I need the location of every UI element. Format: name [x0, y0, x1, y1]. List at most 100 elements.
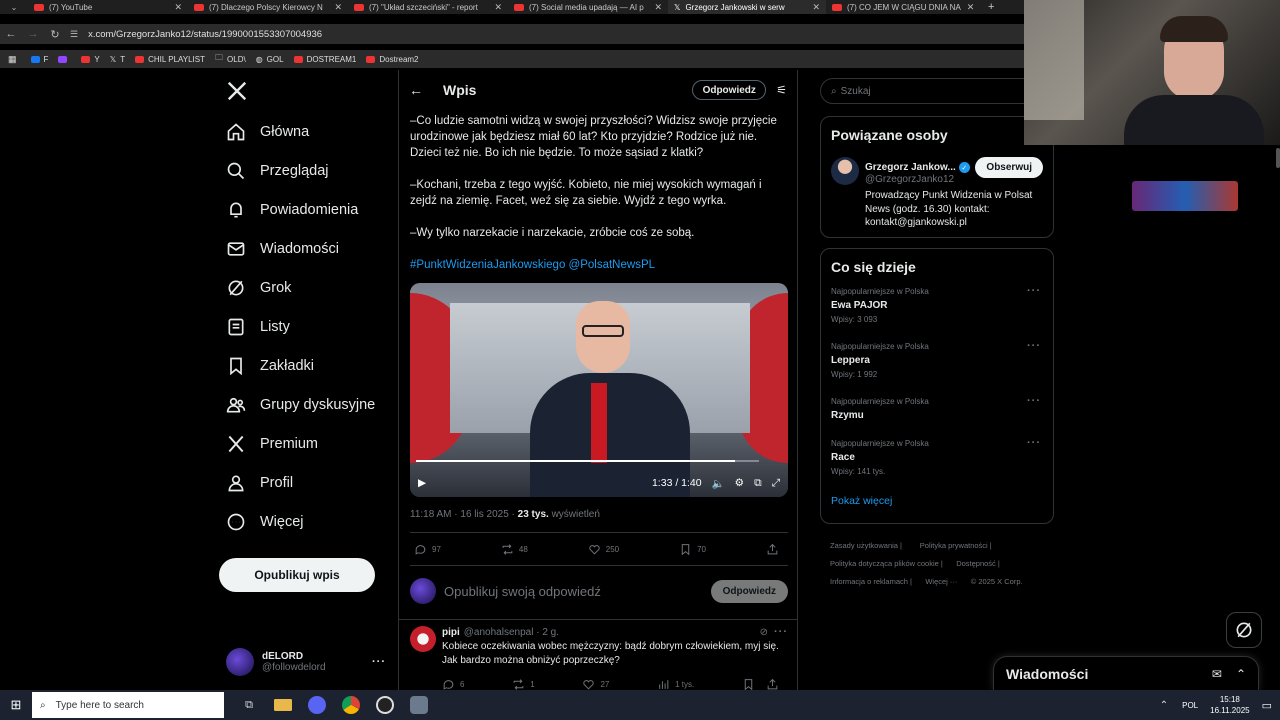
reply-submit-button[interactable]: Odpowiedz — [710, 579, 788, 603]
video-player[interactable]: ▶ 1:33 / 1:40 🔈 ⚙ ⧉ ⤢ — [410, 283, 788, 497]
apps-grid-icon[interactable]: ▦ — [8, 54, 17, 65]
search-input[interactable]: Szukaj — [841, 86, 871, 97]
sidebar-item-messages[interactable]: Wiadomości — [226, 229, 396, 268]
grok-float-button[interactable] — [1226, 612, 1262, 648]
footer-link[interactable]: Informacja o reklamach | — [830, 577, 912, 586]
bookmark[interactable]: Dostream2 — [366, 55, 419, 64]
reply-input[interactable]: Opublikuj swoją odpowiedź — [444, 584, 711, 599]
reply-post[interactable]: pipi @anohalsenpal · 2 g. ⊘ ··· Kobiece … — [410, 626, 788, 691]
more-icon[interactable]: ··· — [1027, 437, 1041, 449]
volume-icon[interactable]: 🔈 — [712, 477, 725, 490]
trend-item[interactable]: Najpopularniejsze w Polska Rzymu ··· — [831, 395, 1043, 439]
bookmark[interactable]: CHIL PLAYLIST — [135, 55, 205, 64]
close-icon[interactable]: ✕ — [488, 2, 502, 13]
close-icon[interactable]: ✕ — [168, 2, 182, 13]
sidebar-item-lists[interactable]: Listy — [226, 307, 396, 346]
sidebar-item-grok[interactable]: Grok — [226, 268, 396, 307]
more-icon[interactable]: ··· — [1027, 285, 1041, 297]
messages-drawer[interactable]: Wiadomości ✉ ⌃ — [993, 656, 1259, 690]
site-info-icon[interactable]: ☰ — [70, 29, 78, 40]
fullscreen-icon[interactable]: ⤢ — [772, 477, 780, 490]
post-timestamp[interactable]: 11:18 AM · 16 lis 2025 · — [410, 509, 518, 520]
forward-icon[interactable]: → — [22, 28, 44, 40]
bookmark[interactable] — [58, 55, 71, 63]
avatar[interactable] — [831, 157, 859, 185]
footer-link[interactable]: Polityka prywatności | — [920, 541, 992, 550]
settings-sliders-icon[interactable]: ⚟ — [776, 83, 787, 97]
close-icon[interactable]: ✕ — [961, 2, 975, 13]
mention-link[interactable]: @PolsatNewsPL — [569, 259, 655, 271]
more-icon[interactable]: ··· — [774, 626, 788, 638]
browser-tab[interactable]: (7) YouTube ✕ — [28, 0, 188, 14]
reply-author-name[interactable]: pipi — [442, 627, 460, 638]
close-icon[interactable]: ✕ — [328, 2, 342, 13]
post-button[interactable]: Opublikuj wpis — [219, 558, 375, 592]
settings-gear-icon[interactable]: ⚙ — [735, 477, 744, 489]
expand-icon[interactable]: ⌃ — [1236, 667, 1246, 681]
hashtag-link[interactable]: #PunktWidzeniaJankowskiego — [410, 259, 565, 271]
repost-action[interactable]: 48 — [501, 543, 528, 556]
related-person-name[interactable]: Grzegorz Jankow... — [865, 162, 956, 173]
clock[interactable]: 15:18 16.11.2025 — [1210, 694, 1249, 716]
url-field[interactable]: x.com/GrzegorzJanko12/status/19900015533… — [88, 29, 322, 40]
reload-icon[interactable]: ↻ — [44, 28, 66, 41]
bookmark-action[interactable]: 70 — [679, 543, 706, 556]
play-icon[interactable]: ▶ — [418, 477, 426, 489]
app-icon[interactable] — [410, 696, 428, 714]
windows-start-icon[interactable]: ⊞ — [0, 697, 32, 713]
account-switcher[interactable]: dELORD @followdelord ··· — [226, 646, 386, 678]
browser-tab[interactable]: (7) Social media upadają — AI p ✕ — [508, 0, 668, 14]
chrome-icon[interactable] — [342, 696, 360, 714]
more-icon[interactable]: ··· — [1027, 395, 1041, 407]
new-tab-icon[interactable]: + — [988, 1, 994, 13]
reply-button-header[interactable]: Odpowiedz — [692, 80, 767, 100]
trend-item[interactable]: Najpopularniejsze w Polska Ewa PAJOR Wpi… — [831, 285, 1043, 342]
bookmark-folder[interactable]: 🗀 OLD\ — [215, 52, 246, 66]
more-icon[interactable]: ··· — [1027, 340, 1041, 352]
sidebar-item-explore[interactable]: Przeglądaj — [226, 151, 396, 190]
footer-link[interactable]: Dostępność | — [956, 559, 1000, 568]
follow-button[interactable]: Obserwuj — [975, 157, 1043, 178]
obs-icon[interactable] — [376, 696, 394, 714]
sidebar-item-bookmarks[interactable]: Zakładki — [226, 346, 396, 385]
browser-tab-active[interactable]: 𝕏 Grzegorz Jankowski w serw ✕ — [668, 0, 826, 14]
sidebar-item-premium[interactable]: Premium — [226, 424, 396, 463]
scrollbar-thumb[interactable] — [1276, 148, 1280, 168]
search-box[interactable]: ⌕ Szukaj — [820, 78, 1040, 104]
browser-tab[interactable]: (7) CO JEM W CIĄGU DNIA NA ✕ — [826, 0, 980, 14]
tray-chevron-icon[interactable]: ⌃ — [1160, 700, 1168, 711]
close-icon[interactable]: ✕ — [648, 2, 662, 13]
reply-action[interactable]: 97 — [414, 543, 441, 556]
sidebar-item-more[interactable]: Więcej — [226, 502, 396, 541]
discord-icon[interactable] — [308, 696, 326, 714]
back-arrow-icon[interactable]: ← — [409, 82, 423, 98]
more-icon[interactable]: ··· — [372, 656, 386, 668]
file-explorer-icon[interactable] — [274, 699, 292, 711]
bookmark[interactable]: 𝕏T — [110, 55, 125, 64]
trend-item[interactable]: Najpopularniejsze w Polska Race Wpisy: 1… — [831, 437, 1043, 495]
close-icon[interactable]: ✕ — [806, 2, 820, 13]
footer-link[interactable]: Zasady użytkowania | — [830, 541, 902, 550]
browser-tab[interactable]: (7) "Układ szczeciński" - report ✕ — [348, 0, 508, 14]
show-more-link[interactable]: Pokaż więcej — [831, 495, 1043, 507]
taskbar-search-input[interactable]: Type here to search — [56, 700, 144, 711]
x-logo-icon[interactable] — [226, 80, 248, 107]
bookmark[interactable]: DOSTREAM1 — [293, 55, 356, 64]
trend-item[interactable]: Najpopularniejsze w Polska Leppera Wpisy… — [831, 340, 1043, 397]
back-icon[interactable]: ← — [0, 28, 22, 40]
bookmark[interactable]: Y — [81, 55, 100, 64]
notifications-icon[interactable]: ▭ — [1262, 699, 1272, 712]
sidebar-item-notifications[interactable]: Powiadomienia — [226, 190, 396, 229]
share-action[interactable] — [766, 543, 784, 556]
bookmark[interactable]: F — [30, 55, 48, 64]
footer-link[interactable]: Więcej ··· — [925, 577, 957, 586]
sidebar-item-communities[interactable]: Grupy dyskusyjne — [226, 385, 396, 424]
new-message-icon[interactable]: ✉ — [1212, 667, 1222, 681]
bookmark[interactable]: ◍ GOL — [256, 55, 284, 64]
footer-link[interactable]: Polityka dotycząca plików cookie | — [830, 559, 943, 568]
browser-tab[interactable]: (7) Dlaczego Polscy Kierowcy N ✕ — [188, 0, 348, 14]
picture-in-picture-icon[interactable]: ⧉ — [754, 477, 762, 490]
tab-list-chevron-icon[interactable]: ⌄ — [0, 3, 28, 12]
sidebar-item-home[interactable]: Główna — [226, 112, 396, 151]
taskbar-search[interactable]: ⌕ Type here to search — [32, 692, 224, 718]
